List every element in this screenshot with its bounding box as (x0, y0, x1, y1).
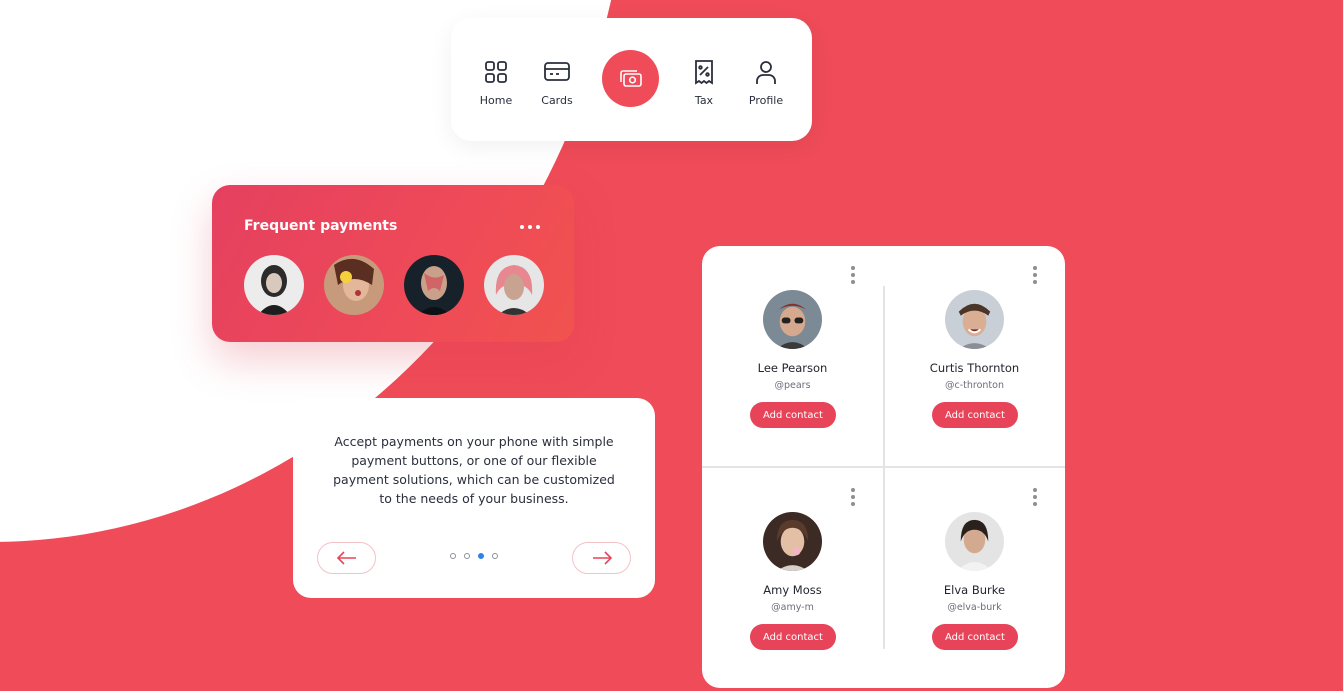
contacts-card: Lee Pearson @pears Add contact Curtis Th… (702, 246, 1065, 688)
next-button[interactable] (572, 542, 631, 574)
add-contact-button[interactable]: Add contact (932, 624, 1018, 650)
avatar[interactable] (324, 255, 384, 315)
contact-name: Lee Pearson (757, 361, 828, 375)
more-horizontal-icon[interactable] (520, 225, 540, 229)
avatar[interactable] (945, 290, 1004, 349)
avatar[interactable] (404, 255, 464, 315)
frequent-payments-card: Frequent payments (212, 185, 574, 342)
contact-handle: @amy-m (771, 602, 814, 613)
contact-name: Curtis Thornton (929, 361, 1020, 375)
contact-handle: @pears (774, 380, 811, 391)
add-contact-button[interactable]: Add contact (932, 402, 1018, 428)
nav-item-payments[interactable] (602, 50, 659, 107)
more-vertical-icon[interactable] (851, 488, 855, 506)
contact-handle: @c-thronton (945, 380, 1004, 391)
contact-cell: Lee Pearson @pears Add contact (702, 246, 883, 466)
arrow-right-icon (592, 551, 612, 565)
contact-name: Amy Moss (763, 583, 822, 597)
user-icon (756, 61, 776, 84)
more-vertical-icon[interactable] (851, 266, 855, 284)
nav-label-cards: Cards (541, 94, 573, 107)
grid-icon (485, 61, 507, 83)
money-stack-icon (619, 69, 642, 87)
arrow-left-icon (336, 551, 356, 565)
page-dot[interactable] (464, 553, 470, 559)
page-dot-active[interactable] (478, 553, 484, 559)
page-dot[interactable] (492, 553, 498, 559)
contact-cell: Elva Burke @elva-burk Add contact (884, 468, 1065, 688)
avatar[interactable] (244, 255, 304, 315)
prev-button[interactable] (317, 542, 376, 574)
avatar[interactable] (484, 255, 544, 315)
more-vertical-icon[interactable] (1033, 266, 1037, 284)
credit-card-icon (544, 62, 570, 81)
page-dot[interactable] (450, 553, 456, 559)
nav-label-home: Home (479, 94, 513, 107)
contact-cell: Amy Moss @amy-m Add contact (702, 468, 883, 688)
avatar[interactable] (763, 512, 822, 571)
add-contact-button[interactable]: Add contact (750, 624, 836, 650)
pagination-dots (450, 553, 498, 559)
info-card: Accept payments on your phone with simpl… (293, 398, 655, 598)
nav-item-cards[interactable]: Cards (527, 58, 587, 107)
more-vertical-icon[interactable] (1033, 488, 1037, 506)
bottom-nav-bar: Home Cards Tax Profile (451, 18, 812, 141)
avatar[interactable] (945, 512, 1004, 571)
nav-item-tax[interactable]: Tax (674, 58, 734, 107)
info-description: Accept payments on your phone with simpl… (333, 434, 615, 506)
frequent-avatars (244, 255, 544, 315)
add-contact-button[interactable]: Add contact (750, 402, 836, 428)
nav-label-profile: Profile (748, 94, 784, 107)
contact-name: Elva Burke (943, 583, 1006, 597)
avatar[interactable] (763, 290, 822, 349)
frequent-payments-title: Frequent payments (244, 218, 398, 234)
nav-item-home[interactable]: Home (466, 58, 526, 107)
contact-cell: Curtis Thornton @c-thronton Add contact (884, 246, 1065, 466)
receipt-percent-icon (695, 60, 713, 85)
nav-item-profile[interactable]: Profile (736, 58, 796, 107)
nav-label-tax: Tax (694, 94, 714, 107)
contact-handle: @elva-burk (947, 602, 1002, 613)
